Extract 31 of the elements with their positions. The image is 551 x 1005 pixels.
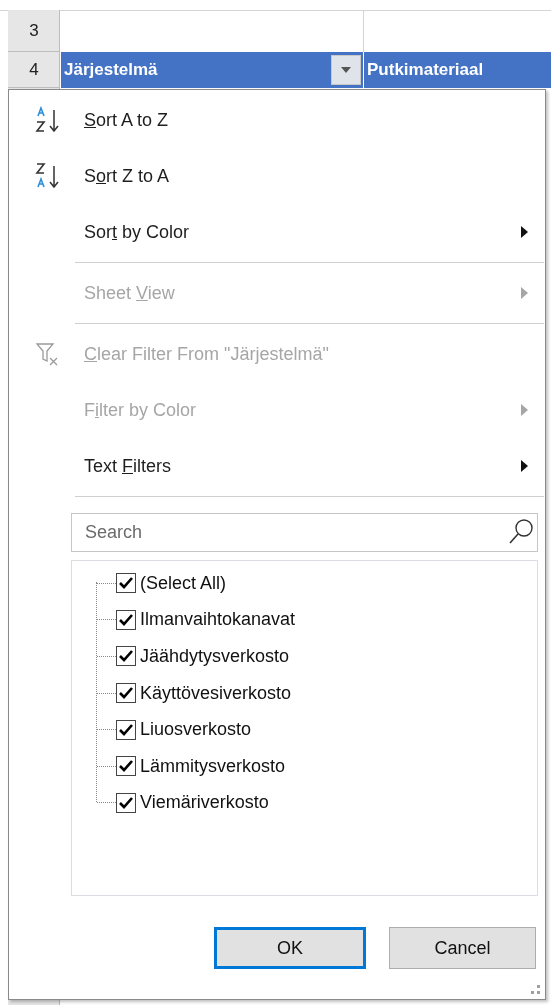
- search-field[interactable]: Search: [71, 513, 538, 552]
- menu-item[interactable]: Sort by Color: [9, 204, 545, 260]
- value-label[interactable]: Viemäriverkosto: [140, 789, 269, 817]
- header-cell: Järjestelmä: [61, 52, 363, 88]
- checkbox[interactable]: [116, 609, 136, 630]
- value-label[interactable]: Jäähdytysverkosto: [140, 643, 290, 670]
- value-label[interactable]: Käyttövesiverkosto: [140, 679, 292, 707]
- value-label[interactable]: Ilmanvaihtokanavat: [140, 606, 296, 634]
- resize-grip-icon[interactable]: [531, 985, 541, 995]
- checkbox[interactable]: [116, 573, 136, 594]
- checkbox[interactable]: [116, 756, 136, 777]
- row-header: 3: [8, 10, 60, 52]
- checkbox[interactable]: [116, 646, 136, 667]
- value-label[interactable]: (Select All): [140, 569, 227, 597]
- dialog-button[interactable]: OK: [214, 927, 366, 969]
- checkbox[interactable]: [116, 719, 136, 740]
- search-icon: [508, 518, 534, 546]
- dialog-button[interactable]: Cancel: [389, 927, 536, 969]
- header-cell: Putkimateriaal: [364, 52, 551, 88]
- menu-item[interactable]: Text Filters: [9, 438, 545, 494]
- sort-ascending-icon: [33, 106, 62, 134]
- sort-descending-icon: [33, 162, 62, 190]
- value-label[interactable]: Liuosverkosto: [140, 716, 252, 744]
- menu-item[interactable]: Sort A to Z: [9, 92, 545, 148]
- filter-dropdown-button[interactable]: [331, 55, 361, 85]
- checkbox[interactable]: [116, 683, 136, 704]
- row-header: 4: [8, 52, 60, 88]
- caret-icon: [341, 67, 351, 73]
- menu-item[interactable]: Sort Z to A: [9, 148, 545, 204]
- value-label[interactable]: Lämmitysverkosto: [140, 752, 286, 780]
- checkbox[interactable]: [116, 792, 136, 813]
